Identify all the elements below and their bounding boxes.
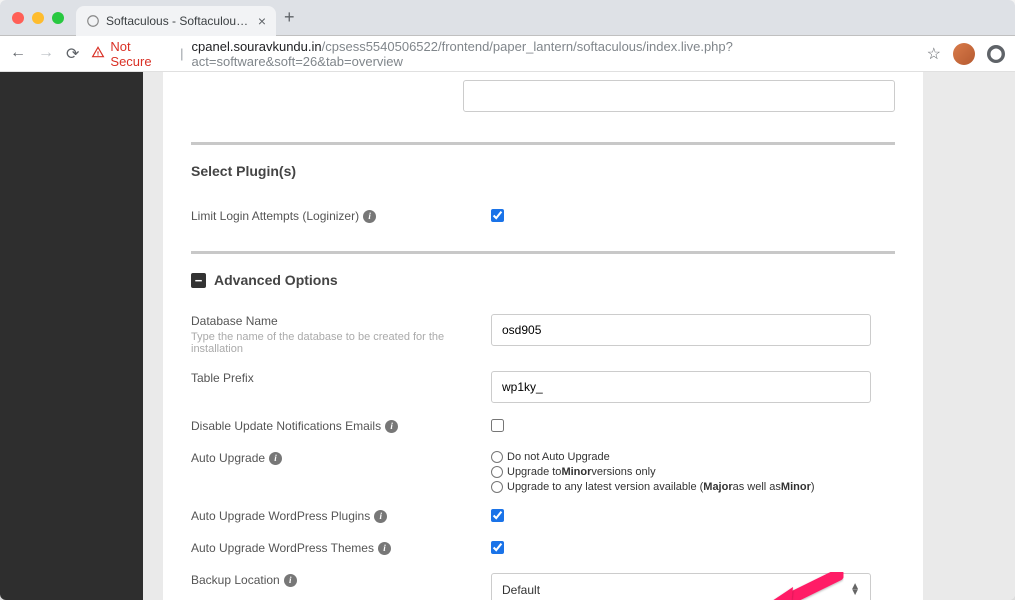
tab-favicon-icon <box>86 14 100 28</box>
auto-upgrade-themes-checkbox[interactable] <box>491 541 504 554</box>
security-label: Not Secure <box>110 39 172 69</box>
auto-upgrade-opt-minor[interactable]: Upgrade to Minor versions only <box>491 466 895 478</box>
window-controls <box>12 12 64 24</box>
auto-upgrade-radios: Do not Auto Upgrade Upgrade to Minor ver… <box>491 451 895 493</box>
limit-login-label: Limit Login Attempts (Loginizer) <box>191 209 359 223</box>
backup-location-label: Backup Location <box>191 573 280 587</box>
section-select-plugins: Select Plugin(s) <box>163 145 923 201</box>
form-panel: Select Plugin(s) Limit Login Attempts (L… <box>163 72 923 600</box>
browser-tab[interactable]: Softaculous - Softaculous - W × <box>76 6 276 36</box>
auto-upgrade-plugins-checkbox[interactable] <box>491 509 504 522</box>
tab-close-icon[interactable]: × <box>258 13 266 29</box>
reload-button[interactable]: ⟳ <box>66 44 79 64</box>
tab-title: Softaculous - Softaculous - W <box>106 14 252 28</box>
table-prefix-input[interactable] <box>491 371 871 403</box>
info-icon[interactable]: i <box>363 210 376 223</box>
collapse-icon: − <box>191 273 206 288</box>
page-content: Select Plugin(s) Limit Login Attempts (L… <box>0 72 1015 600</box>
back-button[interactable]: ← <box>10 44 26 64</box>
browser-window: Softaculous - Softaculous - W × + ← → ⟳ … <box>0 0 1015 600</box>
new-tab-button[interactable]: + <box>284 7 295 28</box>
top-text-input[interactable] <box>463 80 895 112</box>
not-secure-icon <box>91 45 105 62</box>
select-arrows-icon: ▲▼ <box>850 584 860 596</box>
database-name-label: Database Name <box>191 314 491 328</box>
disable-emails-checkbox[interactable] <box>491 419 504 432</box>
url-text: cpanel.souravkundu.in/cpsess5540506522/f… <box>192 39 915 69</box>
database-name-hint: Type the name of the database to be crea… <box>191 331 491 355</box>
url-field[interactable]: Not Secure | cpanel.souravkundu.in/cpses… <box>91 39 914 69</box>
info-icon[interactable]: i <box>385 420 398 433</box>
auto-upgrade-label: Auto Upgrade <box>191 451 265 465</box>
maximize-window-icon[interactable] <box>52 12 64 24</box>
forward-button[interactable]: → <box>38 44 54 64</box>
address-bar: ← → ⟳ Not Secure | cpanel.souravkundu.in… <box>0 36 1015 72</box>
auto-upgrade-themes-label: Auto Upgrade WordPress Themes <box>191 541 374 555</box>
auto-upgrade-plugins-label: Auto Upgrade WordPress Plugins <box>191 509 370 523</box>
auto-upgrade-opt-major[interactable]: Upgrade to any latest version available … <box>491 481 895 493</box>
bookmark-icon[interactable]: ☆ <box>927 44 941 64</box>
toolbar-right: ☆ ⬤ <box>927 43 1005 65</box>
disable-emails-label: Disable Update Notifications Emails <box>191 419 381 433</box>
main-content: Select Plugin(s) Limit Login Attempts (L… <box>143 72 1015 600</box>
tab-strip: Softaculous - Softaculous - W × + <box>0 0 1015 36</box>
info-icon[interactable]: i <box>269 452 282 465</box>
profile-avatar[interactable] <box>953 43 975 65</box>
extensions-icon[interactable]: ⬤ <box>987 45 1005 63</box>
limit-login-checkbox[interactable] <box>491 209 504 222</box>
auto-upgrade-opt-none[interactable]: Do not Auto Upgrade <box>491 451 895 463</box>
minimize-window-icon[interactable] <box>32 12 44 24</box>
info-icon[interactable]: i <box>284 574 297 587</box>
nav-buttons: ← → ⟳ <box>10 44 79 64</box>
info-icon[interactable]: i <box>374 510 387 523</box>
info-icon[interactable]: i <box>378 542 391 555</box>
database-name-input[interactable] <box>491 314 871 346</box>
close-window-icon[interactable] <box>12 12 24 24</box>
sidebar-dark <box>0 72 143 600</box>
advanced-options-header[interactable]: − Advanced Options <box>163 254 923 306</box>
table-prefix-label: Table Prefix <box>191 371 254 385</box>
backup-location-select[interactable]: Default ▲▼ <box>491 573 871 600</box>
